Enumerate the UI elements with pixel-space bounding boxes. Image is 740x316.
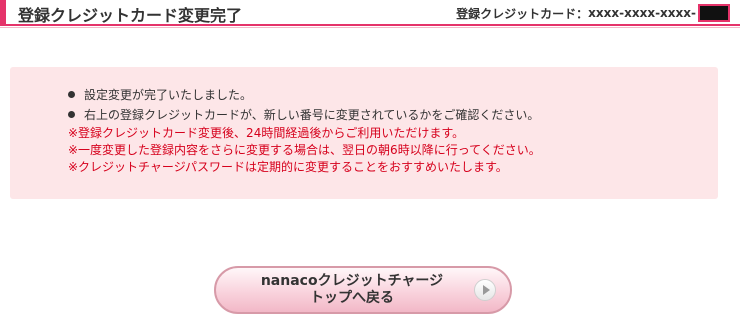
note-item: ※クレジットチャージパスワードは定期的に変更することをおすすめいたします。 [68,160,508,174]
back-button-line1: nanacoクレジットチャージ [260,273,444,289]
header-divider [0,27,740,28]
notes-list: ※登録クレジットカード変更後、24時間経過後からご利用いただけます。 ※一度変更… [68,125,541,176]
message-list: 設定変更が完了いたしました。 右上の登録クレジットカードが、新しい番号に変更され… [68,85,539,125]
bullet-icon [68,91,75,98]
back-button-label: nanacoクレジットチャージ トップへ戻る [252,273,452,307]
completion-message-box: 設定変更が完了いたしました。 右上の登録クレジットカードが、新しい番号に変更され… [10,67,718,199]
page-header: 登録クレジットカード変更完了 登録クレジットカード： xxxx-xxxx-xxx… [0,0,740,26]
card-number: xxxx-xxxx-xxxx- [588,6,696,20]
note-item: ※一度変更した登録内容をさらに変更する場合は、翌日の朝6時以降に行ってください。 [68,143,541,157]
card-label: 登録クレジットカード： [456,6,589,21]
note-item: ※登録クレジットカード変更後、24時間経過後からご利用いただけます。 [68,126,465,140]
message-item: 設定変更が完了いたしました。 [68,85,539,105]
page-title: 登録クレジットカード変更完了 [18,6,243,25]
arrow-right-icon [474,279,496,301]
card-number-mask [698,4,730,22]
back-to-top-button[interactable]: nanacoクレジットチャージ トップへ戻る [214,266,512,314]
message-text: 右上の登録クレジットカードが、新しい番号に変更されているかをご確認ください。 [84,108,540,122]
back-button-line2: トップへ戻る [310,290,394,306]
message-item: 右上の登録クレジットカードが、新しい番号に変更されているかをご確認ください。 [68,105,539,125]
header-accent-bar [0,0,6,24]
message-text: 設定変更が完了いたしました。 [84,88,253,102]
registered-card-info: 登録クレジットカード： xxxx-xxxx-xxxx- [456,4,730,22]
bullet-icon [68,111,75,118]
